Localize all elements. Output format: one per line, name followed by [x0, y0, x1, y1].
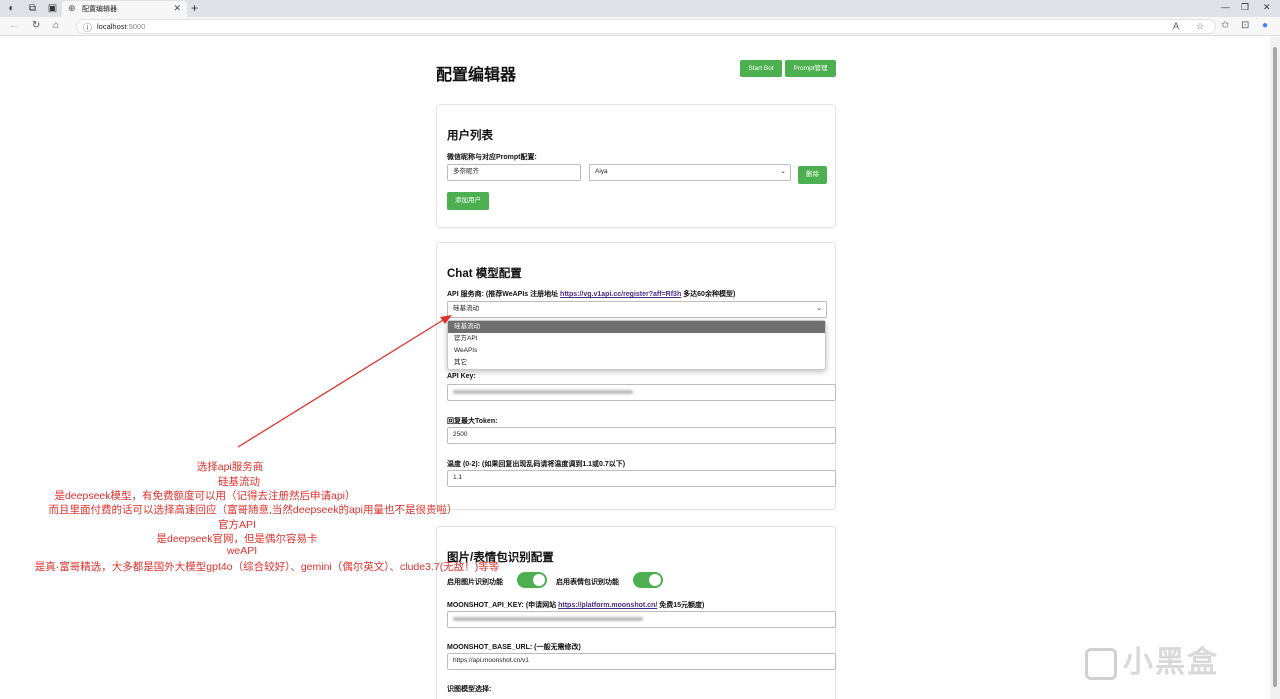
annotation-line: 选择api服务商 [196, 461, 264, 473]
image-config-card: 图片/表情包识别配置 启用图片识别功能 启用表情包识别功能 MOONSHOT_A… [436, 526, 836, 699]
annotation-line: 官方API [218, 519, 256, 531]
enable-image-toggle[interactable] [517, 572, 547, 588]
nickname-prompt-label: 微信昵称与对应Prompt配置: [447, 154, 537, 161]
toggle-knob [533, 574, 545, 586]
delete-user-button[interactable]: 删除 [798, 166, 827, 184]
restore-icon[interactable]: ❐ [1241, 2, 1249, 13]
back-icon[interactable]: ← [9, 20, 19, 31]
dropdown-option[interactable]: 官方API [448, 333, 825, 345]
home-icon[interactable]: ⌂ [53, 20, 59, 31]
read-aloud-icon[interactable]: A [1173, 21, 1179, 31]
api-key-input[interactable] [447, 384, 836, 401]
annotation-line: 是真·富哥精选，大多都是国外大模型gpt4o（综合较好）、gemini（偶尔英文… [34, 561, 500, 573]
new-tab-icon[interactable]: + [191, 1, 198, 15]
max-token-input[interactable]: 2500 [447, 427, 836, 444]
add-user-button[interactable]: 添加用户 [447, 192, 489, 210]
arrow-line [237, 316, 449, 448]
annotation-line: 而且里面付费的话可以选择高速回应（富哥随意,当然deepseek的api用量也不… [48, 504, 458, 516]
profile-icon[interactable]: ◐ [5, 2, 18, 15]
api-provider-dropdown: 硅基流动 官方API WeAPIs 其它 [447, 320, 826, 370]
favorites-icon[interactable]: ✩ [1221, 20, 1229, 31]
browser-tab[interactable]: ⊕ 配置编辑器 ✕ [62, 1, 187, 17]
moonshot-platform-link[interactable]: https://platform.moonshot.cn/ [558, 602, 657, 609]
dropdown-option[interactable]: WeAPIs [448, 345, 825, 357]
browser-tab-bar: ◐ ⧉ ▣ ⊕ 配置编辑器 ✕ + — ❐ ✕ [0, 0, 1280, 17]
user-list-card: 用户列表 微信昵称与对应Prompt配置: 多奈昵齐 Aiya ⌄ 删除 添加用… [436, 104, 836, 228]
watermark: 小黑盒 [1085, 637, 1219, 681]
nickname-input[interactable]: 多奈昵齐 [447, 164, 581, 181]
collections-icon[interactable]: ⊡ [1241, 20, 1249, 31]
globe-icon: ⊕ [68, 3, 76, 13]
minimize-icon[interactable]: — [1221, 2, 1230, 12]
masked-api-key [453, 390, 633, 394]
api-provider-value: 硅基流动 [453, 305, 479, 312]
copilot-icon[interactable]: ● [1262, 20, 1268, 31]
reload-icon[interactable]: ↻ [32, 20, 40, 31]
enable-image-label: 启用图片识别功能 [447, 579, 503, 586]
chat-config-heading: Chat 模型配置 [447, 268, 522, 280]
address-text: localhost:5000 [97, 22, 146, 31]
temperature-input[interactable]: 1.1 [447, 470, 836, 487]
page-scrollbar[interactable] [1270, 37, 1280, 699]
annotation-line: 硅基流动 [218, 476, 260, 488]
user-list-heading: 用户列表 [447, 130, 493, 142]
watermark-text: 小黑盒 [1123, 646, 1219, 679]
api-key-label: API Key: [447, 373, 476, 380]
prompt-manage-button[interactable]: Prompt管理 [785, 60, 836, 77]
max-token-label: 回复最大Token: [447, 418, 498, 425]
annotation-line: weAPI [226, 545, 258, 557]
toggle-knob [649, 574, 661, 586]
moonshot-url-input[interactable]: https://api.moonshot.cn/v1 [447, 653, 836, 670]
tab-title: 配置编辑器 [82, 6, 117, 13]
chevron-down-icon: ⌄ [780, 168, 786, 175]
masked-moonshot-key [453, 617, 643, 621]
start-bot-button[interactable]: Start Bot [740, 60, 782, 77]
address-bar[interactable]: ⓘ localhost:5000 A ☆ [76, 19, 1216, 34]
api-provider-select[interactable]: 硅基流动 ⌄ [447, 301, 827, 318]
site-info-icon[interactable]: ⓘ [83, 21, 92, 34]
temperature-label: 温度 (0-2): (如果回复出现乱码请将温度调到1.1或0.7以下) [447, 461, 626, 468]
workspaces-icon[interactable]: ⧉ [26, 2, 39, 15]
moonshot-key-input[interactable] [447, 611, 836, 628]
browser-toolbar: ← ↻ ⌂ ⓘ localhost:5000 A ☆ ✩ ⊡ ● [0, 17, 1280, 36]
enable-emoji-toggle[interactable] [633, 572, 663, 588]
close-tab-icon[interactable]: ✕ [173, 3, 181, 14]
annotation-line: 是deepseek官网，但是偶尔容易卡 [156, 533, 318, 545]
moonshot-url-label: MOONSHOT_BASE_URL: (一般无需修改) [447, 644, 581, 651]
close-window-icon[interactable]: ✕ [1263, 2, 1271, 13]
page-title: 配置编辑器 [436, 67, 517, 84]
page-viewport: 配置编辑器 Start Bot Prompt管理 用户列表 微信昵称与对应Pro… [0, 37, 1270, 699]
chevron-down-icon: ⌄ [816, 305, 822, 312]
scrollbar-thumb[interactable] [1273, 47, 1277, 687]
chat-config-card: Chat 模型配置 API 服务商: (推荐WeAPIs 注册地址 https:… [436, 242, 836, 510]
watermark-logo-icon [1085, 648, 1117, 681]
moonshot-key-label: MOONSHOT_API_KEY: (申请网站 https://platform… [447, 602, 705, 609]
api-provider-label: API 服务商: (推荐WeAPIs 注册地址 https://vg.v1api… [447, 291, 736, 298]
weapis-register-link[interactable]: https://vg.v1api.cc/register?aff=Rf3h [560, 291, 681, 298]
dropdown-option[interactable]: 硅基流动 [448, 321, 825, 333]
annotation-line: 是deepseek模型，有免费额度可以用（记得去注册然后申请api） [54, 490, 356, 502]
favorite-star-icon[interactable]: ☆ [1196, 21, 1204, 32]
prompt-select-value: Aiya [595, 168, 608, 175]
dropdown-option[interactable]: 其它 [448, 357, 825, 369]
prompt-select[interactable]: Aiya ⌄ [589, 164, 791, 181]
tab-actions-icon[interactable]: ▣ [46, 2, 59, 15]
enable-emoji-label: 启用表情包识别功能 [556, 579, 619, 586]
model-select-label: 识图模型选择: [447, 686, 492, 693]
